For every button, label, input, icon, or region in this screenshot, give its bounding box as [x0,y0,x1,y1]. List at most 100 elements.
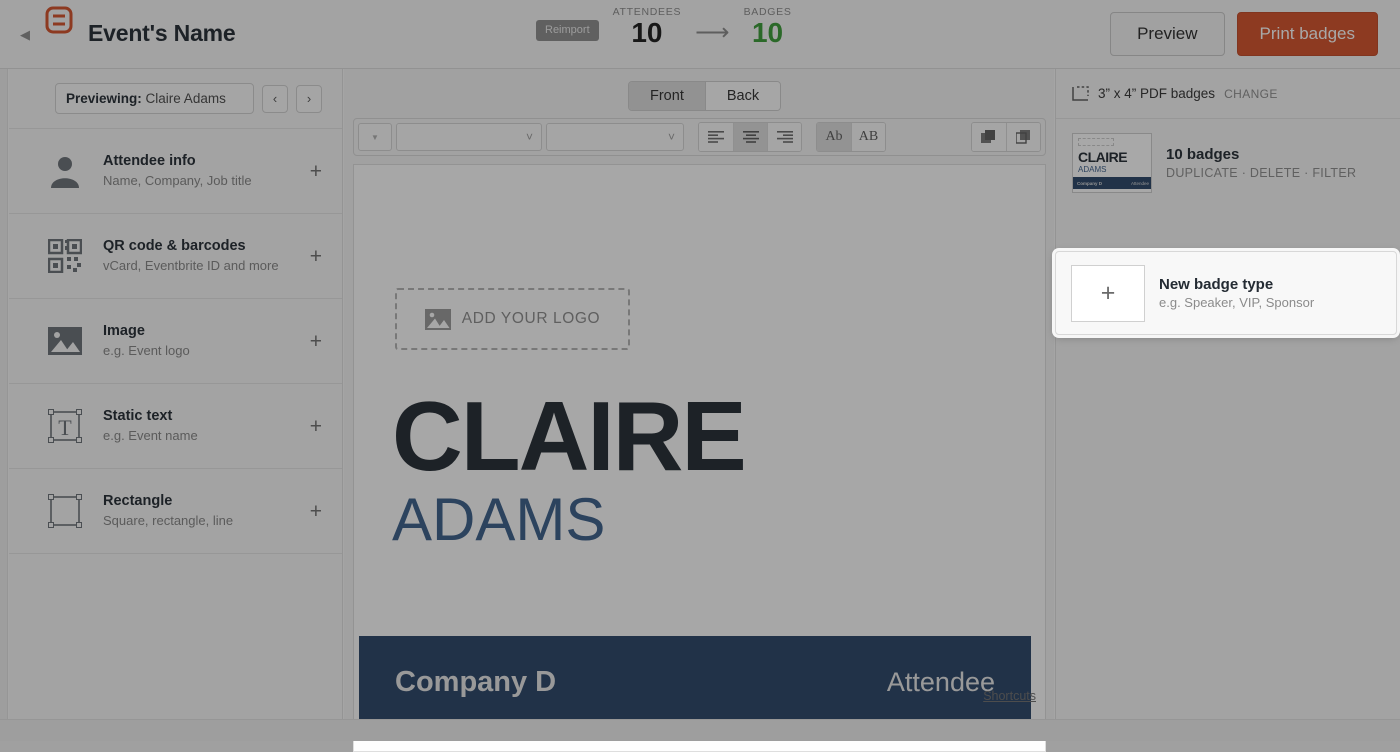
chevron-down-icon: ▼ [371,133,379,142]
add-image-button[interactable]: + [310,331,322,352]
badges-counter: BADGES 10 [744,6,792,47]
previewing-bar: Previewing: Claire Adams ‹ › [9,69,342,128]
badges-value: 10 [744,19,792,47]
right-panel: 3” x 4” PDF badges CHANGE CLAIRE ADAMS C… [1055,69,1400,741]
attendees-counter: ATTENDEES 10 [613,6,682,47]
print-badges-button[interactable]: Print badges [1237,12,1378,56]
case-mixed-label: Ab [825,129,842,145]
color-swatch-select[interactable]: ▼ [358,123,392,151]
tab-back[interactable]: Back [705,82,780,110]
badge-canvas[interactable]: ADD YOUR LOGO CLAIRE ADAMS Company D Att… [353,164,1046,752]
sidebar-item-static-text[interactable]: T Static text e.g. Event name + [9,384,342,469]
app-body: Previewing: Claire Adams ‹ › Attendee in… [0,69,1400,741]
thumbnail-role: Attendee [1131,181,1149,186]
previewing-label: Previewing: [66,91,142,106]
page-title: Event's Name [88,20,236,47]
add-qr-barcodes-button[interactable]: + [310,246,322,267]
badge-footer-bar[interactable]: Company D Attendee [359,636,1031,728]
align-center-icon[interactable] [733,123,767,151]
align-left-icon[interactable] [699,123,733,151]
sidebar-item-qr-barcodes[interactable]: QR code & barcodes vCard, Eventbrite ID … [9,214,342,299]
arrow-right-icon: ⟶ [695,21,729,45]
case-mixed-button[interactable]: Ab [817,123,851,151]
badge-type-row[interactable]: CLAIRE ADAMS Company D Attendee 10 badge… [1056,119,1400,207]
image-icon [425,309,451,330]
sidebar-item-title: Static text [103,407,310,427]
font-family-select[interactable]: ˅ [396,123,542,151]
badge-company: Company D [395,666,556,699]
sidebar-item-sub: Square, rectangle, line [103,512,310,530]
bring-to-front-icon[interactable] [972,123,1006,151]
sidebar-item-attendee-info[interactable]: Attendee info Name, Company, Job title + [9,129,342,214]
canvas-area: Front Back ▼ ˅ ˅ [344,69,1054,741]
logo-placeholder-label: ADD YOUR LOGO [462,310,600,328]
pdf-size-row: 3” x 4” PDF badges CHANGE [1056,69,1400,119]
left-sidebar: Previewing: Claire Adams ‹ › Attendee in… [9,69,343,741]
image-icon [43,319,87,363]
sidebar-item-sub: e.g. Event name [103,427,310,445]
sidebar-item-image[interactable]: Image e.g. Event logo + [9,299,342,384]
crop-size-icon [1072,86,1089,101]
footer-strip [0,719,1400,741]
badge-last-name[interactable]: ADAMS [392,490,605,550]
send-to-back-icon[interactable] [1006,123,1040,151]
align-right-icon[interactable] [767,123,801,151]
badge-first-name[interactable]: CLAIRE [392,387,745,485]
thumbnail-first-name: CLAIRE [1078,149,1127,165]
previewing-display[interactable]: Previewing: Claire Adams [55,83,254,114]
back-chevron-icon[interactable]: ◀ [20,28,30,41]
previous-attendee-button[interactable]: ‹ [262,85,288,113]
sidebar-item-title: Attendee info [103,152,310,172]
sidebar-item-sub: e.g. Event logo [103,342,310,360]
change-pdf-size-button[interactable]: CHANGE [1224,87,1278,101]
add-badge-type-plus-icon[interactable]: + [1071,265,1145,322]
logo-placeholder[interactable]: ADD YOUR LOGO [395,288,630,350]
chevron-down-icon: ˅ [526,130,533,144]
add-rectangle-button[interactable]: + [310,501,322,522]
sidebar-item-sub: Name, Company, Job title [103,172,310,190]
attendees-value: 10 [613,19,682,47]
chevron-down-icon: ˅ [668,130,675,144]
add-static-text-button[interactable]: + [310,416,322,437]
svg-text:T: T [58,415,72,440]
thumbnail-logo-placeholder [1078,138,1114,146]
sidebar-item-sub: vCard, Eventbrite ID and more [103,257,310,275]
next-attendee-button[interactable]: › [296,85,322,113]
header-actions: Preview Print badges [1110,12,1378,56]
sidebar-item-title: Image [103,322,310,342]
text-box-icon: T [43,404,87,448]
editor-toolbar: ▼ ˅ ˅ Ab AB [353,118,1046,156]
font-size-select[interactable]: ˅ [546,123,684,151]
left-rail [0,69,8,741]
align-group [698,122,802,152]
previewing-value: Claire Adams [146,91,226,106]
tab-front[interactable]: Front [629,82,705,110]
preview-button[interactable]: Preview [1110,12,1224,56]
rectangle-icon [43,489,87,533]
thumbnail-last-name: ADAMS [1078,165,1106,174]
case-upper-label: AB [859,129,878,145]
sidebar-item-title: Rectangle [103,492,310,512]
case-upper-button[interactable]: AB [851,123,885,151]
person-icon [43,149,87,193]
new-badge-type-card[interactable]: + New badge type e.g. Speaker, VIP, Spon… [1055,251,1397,335]
add-attendee-info-button[interactable]: + [310,161,322,182]
text-case-group: Ab AB [816,122,886,152]
qr-code-icon [43,234,87,278]
new-badge-type-sub: e.g. Speaker, VIP, Sponsor [1159,295,1314,310]
badge-thumbnail[interactable]: CLAIRE ADAMS Company D Attendee [1072,133,1152,193]
sidebar-item-rectangle[interactable]: Rectangle Square, rectangle, line + [9,469,342,554]
badge-count-title: 10 badges [1166,146,1384,163]
app-page: ◀ Event's Name Reimport ATTENDEES 10 ⟶ B… [0,0,1400,741]
event-badge-logo [36,0,82,50]
reimport-button[interactable]: Reimport [536,20,599,41]
pdf-size-label: 3” x 4” PDF badges [1098,86,1215,101]
side-tabs: Front Back [628,81,781,111]
shortcuts-link[interactable]: Shortcuts [983,689,1036,703]
sidebar-item-title: QR code & barcodes [103,237,310,257]
header-counters: Reimport ATTENDEES 10 ⟶ BADGES 10 [536,6,792,47]
layer-group [971,122,1041,152]
badge-type-actions[interactable]: DUPLICATE · DELETE · FILTER [1166,166,1384,180]
badge-role: Attendee [887,667,995,698]
thumbnail-company: Company D [1077,181,1102,186]
